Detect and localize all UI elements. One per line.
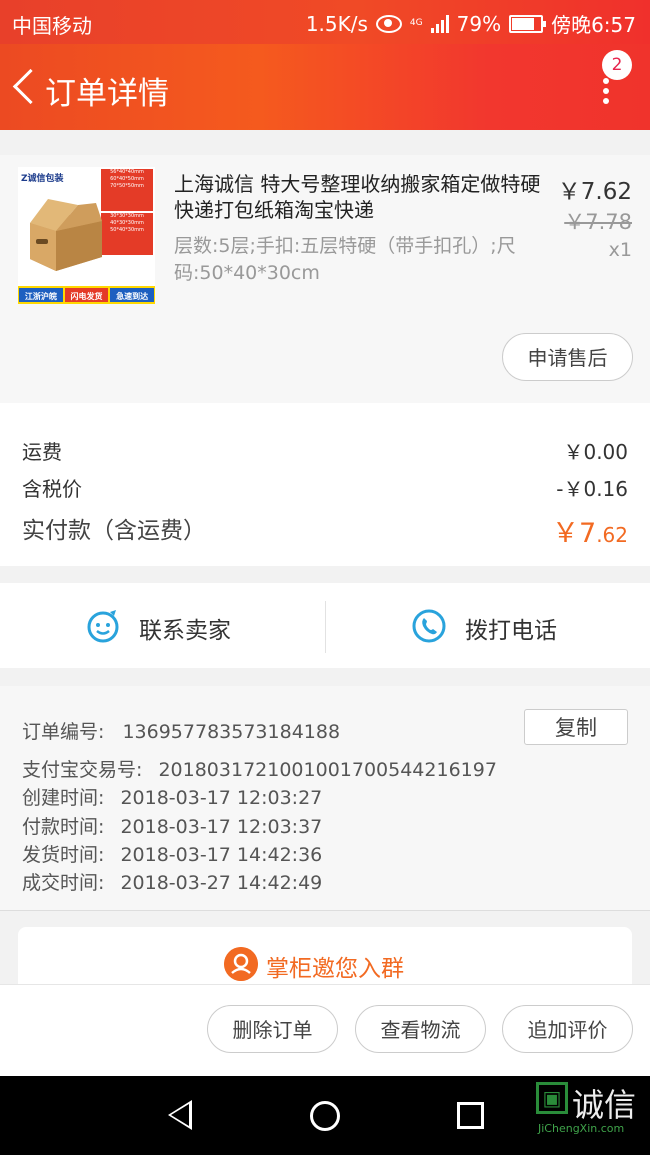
alipay-value: 2018031721001001700544216197 [158,759,497,781]
paid-value: 2018-03-17 12:03:37 [120,816,323,838]
order-number-row: 订单编号: 1369577835731841​88 [22,717,340,744]
network-type: 4G [409,18,423,28]
contact-bar: 联系卖家 拨打电话 [0,583,650,668]
call-label: 拨打电话 [465,618,557,644]
product-sku: 层数:5层;手扣:五层特硬（带手扣孔）;尺码:50*40*30cm [174,235,516,284]
eye-comfort-icon [375,14,402,33]
chat-bubble-icon [87,610,119,643]
order-number-label: 订单编号: [22,721,105,743]
nav-home-icon[interactable] [310,1101,340,1131]
created-value: 2018-03-17 12:03:27 [120,787,323,809]
shipping-label: 运费 [22,440,62,464]
watermark-logo: ▣ 诚信 JiChengXin.com [532,1080,650,1155]
shipped-value: 2018-03-17 14:42:36 [120,844,323,866]
contact-seller-label: 联系卖家 [139,618,231,644]
thumbnail-spec-tag: 30*30*30mm 40*30*30mm 50*40*30mm [101,213,153,255]
back-arrow-icon[interactable] [10,66,46,110]
thumbnail-spec-tag: 56*40*40mm 60*40*50mm 70*50*50mm [101,169,153,211]
notification-badge[interactable]: 2 [602,50,632,80]
product-quantity: x1 [608,239,632,261]
shipping-value: ￥0.00 [563,440,628,464]
delete-order-button[interactable]: 删除订单 [207,1005,338,1053]
order-info: 订单编号: 1369577835731841​88 复制 支付宝交易号: 201… [0,686,650,910]
total-value: ￥7.62 [552,518,628,549]
alipay-row: 支付宝交易号: 2018031721001001700544216197 [22,755,497,782]
divider [0,910,650,911]
add-review-button[interactable]: 追加评价 [502,1005,633,1053]
product-price: ￥7.62 [557,179,632,205]
join-group-label: 掌柜邀您入群 [266,956,404,982]
shipped-row: 发货时间: 2018-03-17 14:42:36 [22,844,323,866]
page-title: 订单详情 [45,76,169,112]
original-price: ￥7.78 [564,210,632,234]
call-button[interactable]: 拨打电话 [325,583,650,668]
closed-value: 2018-03-27 14:42:49 [120,872,323,894]
product-thumbnail[interactable]: Z诚信包装 56*40*40mm 60*40*50mm 70*50*50mm 30*… [18,167,155,304]
title-bar: 订单详情 [0,44,650,130]
alipay-label: 支付宝交易号: [22,759,143,781]
total-row: 实付款（含运费） ￥7.62 [22,511,628,549]
watermark-url: JiChengXin.com [538,1122,625,1135]
signal-icon [430,14,449,33]
after-sale-button[interactable]: 申请售后 [502,333,633,381]
product-name[interactable]: 上海诚信 特大号整理收纳搬家箱定做特硬快递打包纸箱淘宝快递 [174,171,552,223]
clock: 傍晚6:57 [551,13,636,37]
product-card[interactable]: Z诚信包装 56*40*40mm 60*40*50mm 70*50*50mm 30*… [0,155,650,403]
watermark-mark: ▣ [536,1082,568,1114]
more-menu-icon[interactable] [598,74,614,114]
contact-seller-button[interactable]: 联系卖家 [0,583,325,668]
nav-recent-icon[interactable] [457,1102,484,1129]
phone-icon [412,609,446,643]
watermark-text: 诚信 [572,1086,637,1124]
total-label: 实付款（含运费） [22,518,206,544]
copy-button[interactable]: 复制 [524,709,628,745]
group-chat-icon [224,947,258,981]
shipping-row: 运费 ￥0.00 [22,436,628,465]
battery-percent: 79% [456,11,502,36]
network-speed: 1.5K/s [305,11,368,36]
order-number-value[interactable]: 1369577835731841​88 [122,721,340,743]
thumbnail-brand: Z诚信包装 [21,174,64,184]
view-logistics-button[interactable]: 查看物流 [355,1005,486,1053]
tax-value: -￥0.16 [556,477,628,501]
fee-summary: 运费 ￥0.00 含税价 -￥0.16 实付款（含运费） ￥7.62 [0,403,650,566]
status-bar: 中国移动 1.5K/s 4G 79% 傍晚6:57 [0,0,650,44]
thumbnail-badges: 江浙沪皖 闪电发货 急速到达 [18,286,155,304]
battery-icon [509,14,547,33]
nav-back-icon[interactable] [168,1100,192,1130]
closed-row: 成交时间: 2018-03-27 14:42:49 [22,872,323,894]
paid-row: 付款时间: 2018-03-17 12:03:37 [22,816,323,838]
tax-label: 含税价 [22,477,82,501]
carrier-label: 中国移动 [12,14,92,38]
action-bar: 删除订单 查看物流 追加评价 [0,984,650,1076]
created-row: 创建时间: 2018-03-17 12:03:27 [22,787,323,809]
tax-row: 含税价 -￥0.16 [22,473,628,502]
cardboard-box-icon [30,199,102,271]
